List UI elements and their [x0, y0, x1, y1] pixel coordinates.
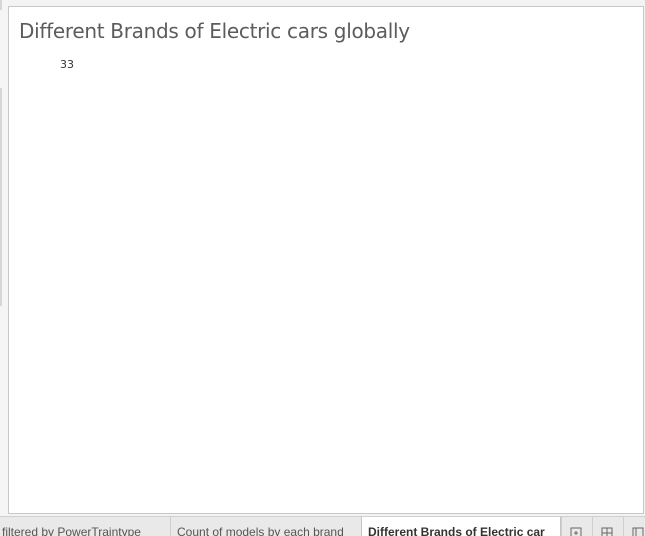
- new-worksheet-icon: [570, 527, 582, 536]
- sheet-title: Different Brands of Electric cars global…: [19, 19, 410, 43]
- tab-label: Different Brands of Electric car: [368, 525, 545, 536]
- brand-count-value[interactable]: 33: [60, 58, 74, 71]
- new-story-icon: [632, 527, 644, 536]
- new-story-button[interactable]: [623, 517, 645, 536]
- left-side-rail: [0, 0, 8, 516]
- new-worksheet-button[interactable]: [561, 517, 589, 536]
- rail-collapse-handle[interactable]: [0, 88, 2, 306]
- worksheet-view: Different Brands of Electric cars global…: [8, 6, 644, 514]
- tab-label: Count of models by each brand: [177, 525, 344, 536]
- new-dashboard-icon: [601, 527, 613, 536]
- tab-different-brands-active[interactable]: Different Brands of Electric car: [361, 517, 561, 536]
- sheet-tab-bar: d filtered by PowerTraintype Count of mo…: [0, 516, 645, 536]
- new-dashboard-button[interactable]: [592, 517, 620, 536]
- tab-filtered-by-powertraintype[interactable]: d filtered by PowerTraintype: [0, 517, 168, 536]
- tab-count-of-models-by-brand[interactable]: Count of models by each brand: [170, 517, 362, 536]
- rail-divider-top: [0, 0, 2, 10]
- tab-label: d filtered by PowerTraintype: [0, 525, 141, 536]
